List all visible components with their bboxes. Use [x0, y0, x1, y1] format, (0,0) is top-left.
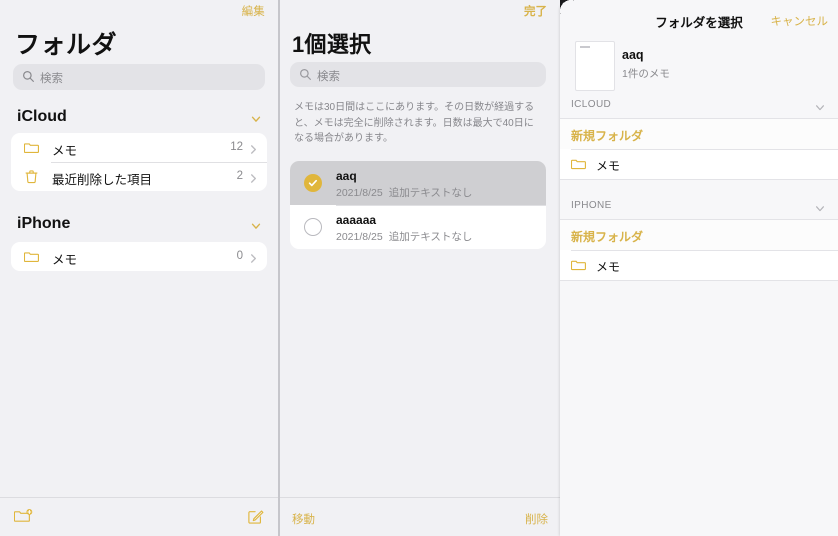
icloud-folder-card: メモ 12 最近削除した項目 2: [11, 133, 267, 191]
new-folder-icon[interactable]: [13, 508, 33, 525]
note-date: 2021/8/25: [336, 231, 383, 243]
group-header-label: IPHONE: [571, 200, 612, 211]
chevron-down-icon[interactable]: [250, 112, 262, 124]
sidebar-item-label: 最近削除した項目: [52, 173, 153, 187]
delete-button[interactable]: 削除: [525, 511, 548, 527]
section-title: iPhone: [17, 215, 71, 232]
circle-outline-icon[interactable]: [304, 218, 322, 236]
folder-picker-list: ICLOUD 新規フォルダ メモ IPHONE 新規フォルダ メモ: [560, 93, 838, 281]
iphone-folder-card: メモ 0: [11, 242, 267, 271]
note-preview-header: aaq 1件のメモ: [560, 36, 838, 93]
sidebar-item-recently-deleted[interactable]: 最近削除した項目 2: [11, 162, 267, 191]
selection-title: 1個選択: [292, 32, 372, 57]
folders-topbar: 編集: [0, 0, 278, 24]
sidebar-item-notes-icloud[interactable]: メモ 12: [11, 133, 267, 162]
sidebar-item-count: 0: [236, 250, 243, 262]
search-icon: [299, 68, 312, 81]
done-button[interactable]: 完了: [524, 3, 547, 19]
folder-row-icloud-notes[interactable]: メモ: [560, 149, 838, 179]
group-header-icloud[interactable]: ICLOUD: [560, 93, 838, 119]
note-date: 2021/8/25: [336, 187, 383, 199]
chevron-down-icon[interactable]: [814, 100, 826, 111]
note-title: aaq: [336, 169, 357, 183]
chevron-down-icon[interactable]: [814, 201, 826, 212]
move-button[interactable]: 移動: [292, 511, 315, 527]
folder-icon: [570, 258, 586, 272]
new-folder-label: 新規フォルダ: [571, 129, 644, 143]
thumbnail-line: [580, 46, 590, 48]
sidebar-item-label: メモ: [52, 144, 78, 158]
chevron-right-icon: [249, 142, 258, 154]
sidebar-item-notes-iphone[interactable]: メモ 0: [11, 242, 267, 271]
new-folder-label: 新規フォルダ: [571, 230, 644, 244]
preview-note-count: 1件のメモ: [622, 68, 670, 80]
row-separator: [571, 149, 838, 150]
trash-icon: [24, 169, 39, 184]
notes-toolbar: 移動 削除: [280, 497, 560, 536]
group-header-label: ICLOUD: [571, 99, 612, 110]
notes-list: aaq 2021/8/25 追加テキストなし aaaaaa 2021/8/25 追加…: [290, 161, 546, 249]
preview-note-name: aaq: [622, 48, 644, 62]
note-preview: 追加テキストなし: [388, 231, 473, 243]
group-separator: [560, 179, 838, 180]
folders-toolbar: [0, 497, 278, 536]
checkmark-circle-filled-icon[interactable]: [304, 174, 322, 192]
group-spacer: [560, 180, 838, 194]
compose-icon[interactable]: [247, 508, 264, 525]
note-subtitle: 2021/8/25 追加テキストなし: [336, 229, 472, 244]
group-separator: [560, 280, 838, 281]
group-header-iphone[interactable]: IPHONE: [560, 194, 838, 220]
note-thumbnail-icon: [575, 41, 615, 91]
edit-button[interactable]: 編集: [242, 3, 265, 19]
new-folder-row-icloud[interactable]: 新規フォルダ: [560, 119, 838, 149]
search-placeholder: 検索: [40, 73, 63, 85]
row-separator: [571, 250, 838, 251]
folder-icon: [23, 249, 39, 264]
chevron-right-icon: [249, 251, 258, 263]
cancel-button[interactable]: キャンセル: [771, 13, 829, 29]
notes-panel: 完了 1個選択 検索 メモは30日間はここにあります。その日数が経過すると、メモ…: [280, 0, 560, 536]
sidebar-item-count: 12: [230, 141, 243, 153]
notes-app-screen: 編集 フォルダ 検索 iCloud メモ 12 最近削除した項目 2 iPhon…: [0, 0, 838, 536]
sheet-navbar: フォルダを選択 キャンセル: [560, 0, 838, 34]
note-preview: 追加テキストなし: [388, 187, 473, 199]
search-placeholder: 検索: [317, 71, 340, 83]
note-title: aaaaaa: [336, 213, 377, 227]
sheet-corner-mask: [560, 0, 574, 14]
folder-icon: [570, 157, 586, 171]
sidebar-item-count: 2: [236, 170, 243, 182]
folder-row-label: メモ: [596, 159, 621, 173]
page-title: フォルダ: [15, 31, 118, 59]
chevron-down-icon[interactable]: [250, 219, 262, 231]
folder-row-iphone-notes[interactable]: メモ: [560, 250, 838, 280]
folders-panel: 編集 フォルダ 検索 iCloud メモ 12 最近削除した項目 2 iPhon…: [0, 0, 278, 536]
note-list-item-selected[interactable]: aaq 2021/8/25 追加テキストなし: [290, 161, 546, 205]
notes-search-input[interactable]: 検索: [290, 62, 546, 87]
sidebar-item-label: メモ: [52, 253, 78, 267]
chevron-right-icon: [249, 171, 258, 183]
new-folder-row-iphone[interactable]: 新規フォルダ: [560, 220, 838, 250]
search-icon: [22, 70, 35, 83]
folder-icon: [23, 140, 39, 155]
section-title: iCloud: [17, 108, 67, 125]
note-subtitle: 2021/8/25 追加テキストなし: [336, 185, 472, 200]
search-input[interactable]: 検索: [13, 64, 265, 90]
note-list-item[interactable]: aaaaaa 2021/8/25 追加テキストなし: [290, 205, 546, 249]
folder-row-label: メモ: [596, 260, 621, 274]
folder-picker-sheet: フォルダを選択 キャンセル aaq 1件のメモ ICLOUD 新規フォルダ メモ…: [560, 0, 838, 536]
retention-description: メモは30日間はここにあります。その日数が経過すると、メモは完全に削除されます。…: [294, 102, 535, 144]
section-header-iphone[interactable]: iPhone: [0, 215, 278, 237]
section-header-icloud[interactable]: iCloud: [0, 108, 278, 130]
